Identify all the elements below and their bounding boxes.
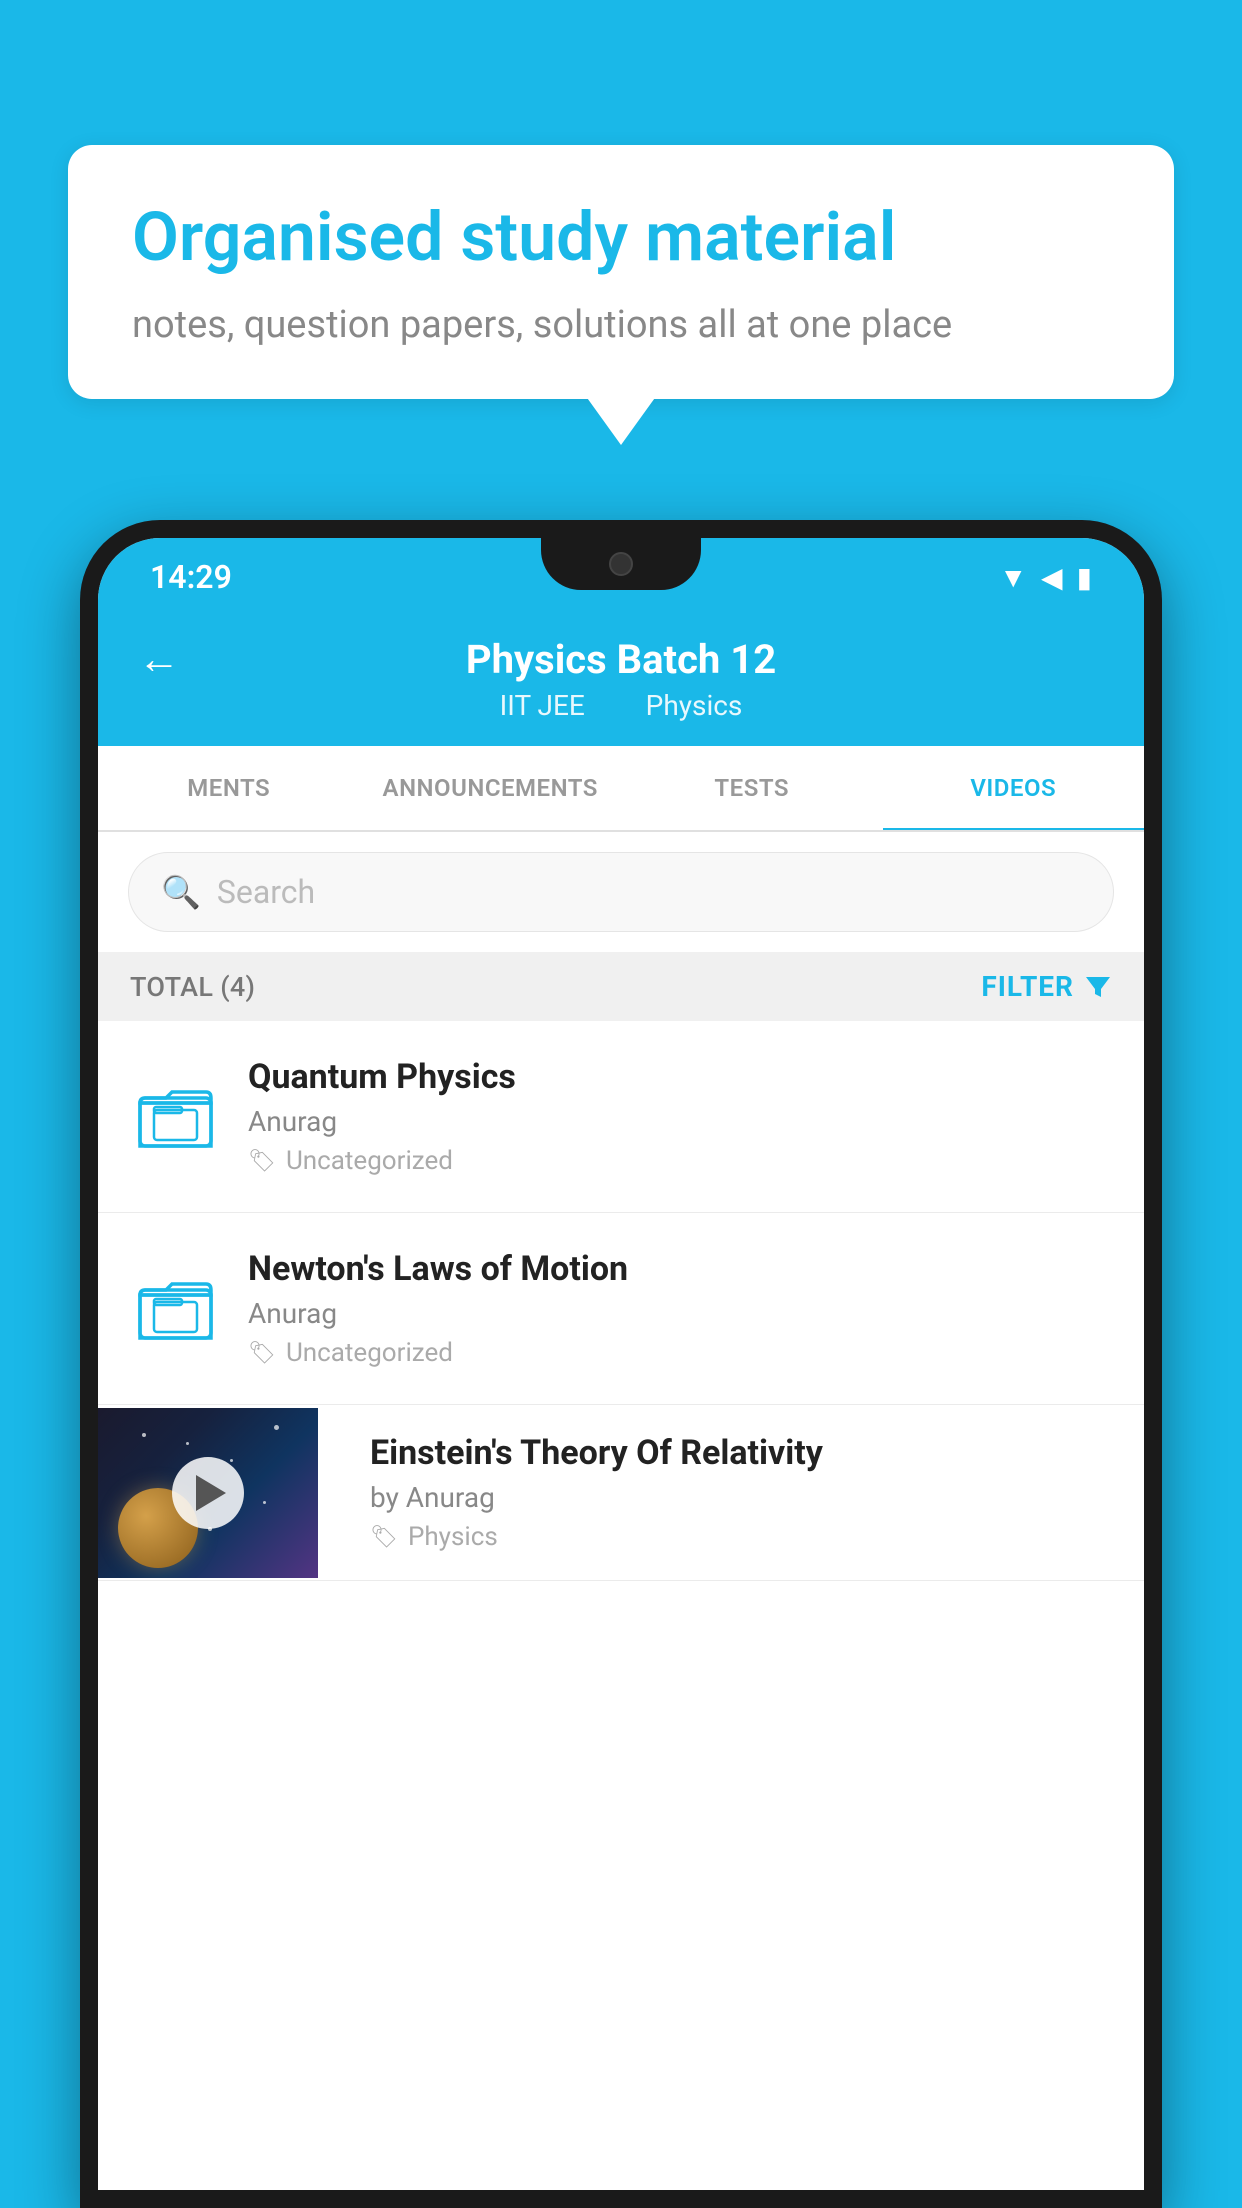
- video-author-1: Anurag: [248, 1105, 1112, 1138]
- video-title-2: Newton's Laws of Motion: [248, 1249, 1112, 1289]
- tab-ments[interactable]: MENTS: [98, 746, 360, 830]
- header-row: ← Physics Batch 12: [138, 636, 1104, 683]
- tabs-bar: MENTS ANNOUNCEMENTS TESTS VIDEOS: [98, 746, 1144, 832]
- video-info-1: Quantum Physics Anurag 🏷 Uncategorized: [248, 1057, 1112, 1176]
- tab-tests[interactable]: TESTS: [621, 746, 883, 830]
- speech-bubble: Organised study material notes, question…: [68, 145, 1174, 399]
- video-tag-3: 🏷 Physics: [370, 1522, 1120, 1552]
- star: [142, 1433, 146, 1437]
- tag-text-3: Physics: [408, 1522, 498, 1552]
- video-tag-2: 🏷 Uncategorized: [248, 1338, 1112, 1368]
- filter-label: FILTER: [981, 970, 1074, 1003]
- signal-icon: ◀: [1041, 561, 1063, 594]
- video-author-3: by Anurag: [370, 1481, 1120, 1514]
- video-author-2: Anurag: [248, 1297, 1112, 1330]
- play-triangle-icon: [196, 1475, 226, 1511]
- header-title: Physics Batch 12: [466, 636, 776, 683]
- filter-button[interactable]: FILTER: [981, 970, 1112, 1003]
- video-title-1: Quantum Physics: [248, 1057, 1112, 1097]
- star: [230, 1459, 233, 1462]
- app-header: ← Physics Batch 12 IIT JEE Physics: [98, 608, 1144, 746]
- tag-text-1: Uncategorized: [286, 1146, 453, 1176]
- tag-icon-2: 🏷: [248, 1341, 276, 1366]
- phone-notch: [541, 538, 701, 590]
- video-item-1[interactable]: Quantum Physics Anurag 🏷 Uncategorized: [98, 1021, 1144, 1213]
- video-item-3[interactable]: Einstein's Theory Of Relativity by Anura…: [98, 1405, 1144, 1581]
- video-info-3: Einstein's Theory Of Relativity by Anura…: [346, 1405, 1144, 1580]
- filter-bar: TOTAL (4) FILTER: [98, 952, 1144, 1021]
- back-button[interactable]: ←: [138, 635, 180, 684]
- subtitle-part1: IIT JEE: [500, 689, 585, 722]
- tab-announcements[interactable]: ANNOUNCEMENTS: [360, 746, 622, 830]
- video-info-2: Newton's Laws of Motion Anurag 🏷 Uncateg…: [248, 1249, 1112, 1368]
- speech-bubble-container: Organised study material notes, question…: [68, 145, 1174, 399]
- status-time: 14:29: [150, 558, 232, 596]
- subtitle-separator: [612, 689, 626, 722]
- tag-icon-1: 🏷: [248, 1149, 276, 1174]
- video-tag-1: 🏷 Uncategorized: [248, 1146, 1112, 1176]
- star: [186, 1442, 189, 1445]
- video-title-3: Einstein's Theory Of Relativity: [370, 1433, 1120, 1473]
- status-icons: ▼ ◀ ▮: [999, 561, 1092, 594]
- star: [274, 1425, 279, 1430]
- search-icon: 🔍: [161, 873, 201, 911]
- notch-camera: [609, 552, 633, 576]
- video-thumb-icon-1: [130, 1084, 220, 1149]
- phone-screen: 14:29 ▼ ◀ ▮ ← Physics Batch 12 IIT JEE P…: [98, 538, 1144, 2190]
- video-thumbnail-3: [98, 1408, 318, 1578]
- star: [263, 1501, 266, 1504]
- tag-icon-3: 🏷: [370, 1525, 398, 1550]
- play-button-3[interactable]: [172, 1457, 244, 1529]
- filter-funnel-icon: [1084, 973, 1112, 1001]
- video-thumb-icon-2: [130, 1276, 220, 1341]
- speech-bubble-subtext: notes, question papers, solutions all at…: [132, 303, 1110, 347]
- folder-icon-1: [138, 1084, 213, 1149]
- subtitle-part2: Physics: [646, 689, 743, 722]
- search-container: 🔍 Search: [98, 832, 1144, 952]
- tab-videos[interactable]: VIDEOS: [883, 746, 1145, 830]
- search-bar[interactable]: 🔍 Search: [128, 852, 1114, 932]
- folder-icon-2: [138, 1276, 213, 1341]
- wifi-icon: ▼: [999, 561, 1027, 594]
- tag-text-2: Uncategorized: [286, 1338, 453, 1368]
- video-item-2[interactable]: Newton's Laws of Motion Anurag 🏷 Uncateg…: [98, 1213, 1144, 1405]
- total-count: TOTAL (4): [130, 971, 255, 1003]
- battery-icon: ▮: [1077, 561, 1092, 594]
- search-placeholder: Search: [217, 873, 315, 911]
- phone-frame: 14:29 ▼ ◀ ▮ ← Physics Batch 12 IIT JEE P…: [80, 520, 1162, 2208]
- header-subtitle: IIT JEE Physics: [490, 689, 753, 722]
- video-list: Quantum Physics Anurag 🏷 Uncategorized: [98, 1021, 1144, 2190]
- speech-bubble-heading: Organised study material: [132, 197, 1110, 279]
